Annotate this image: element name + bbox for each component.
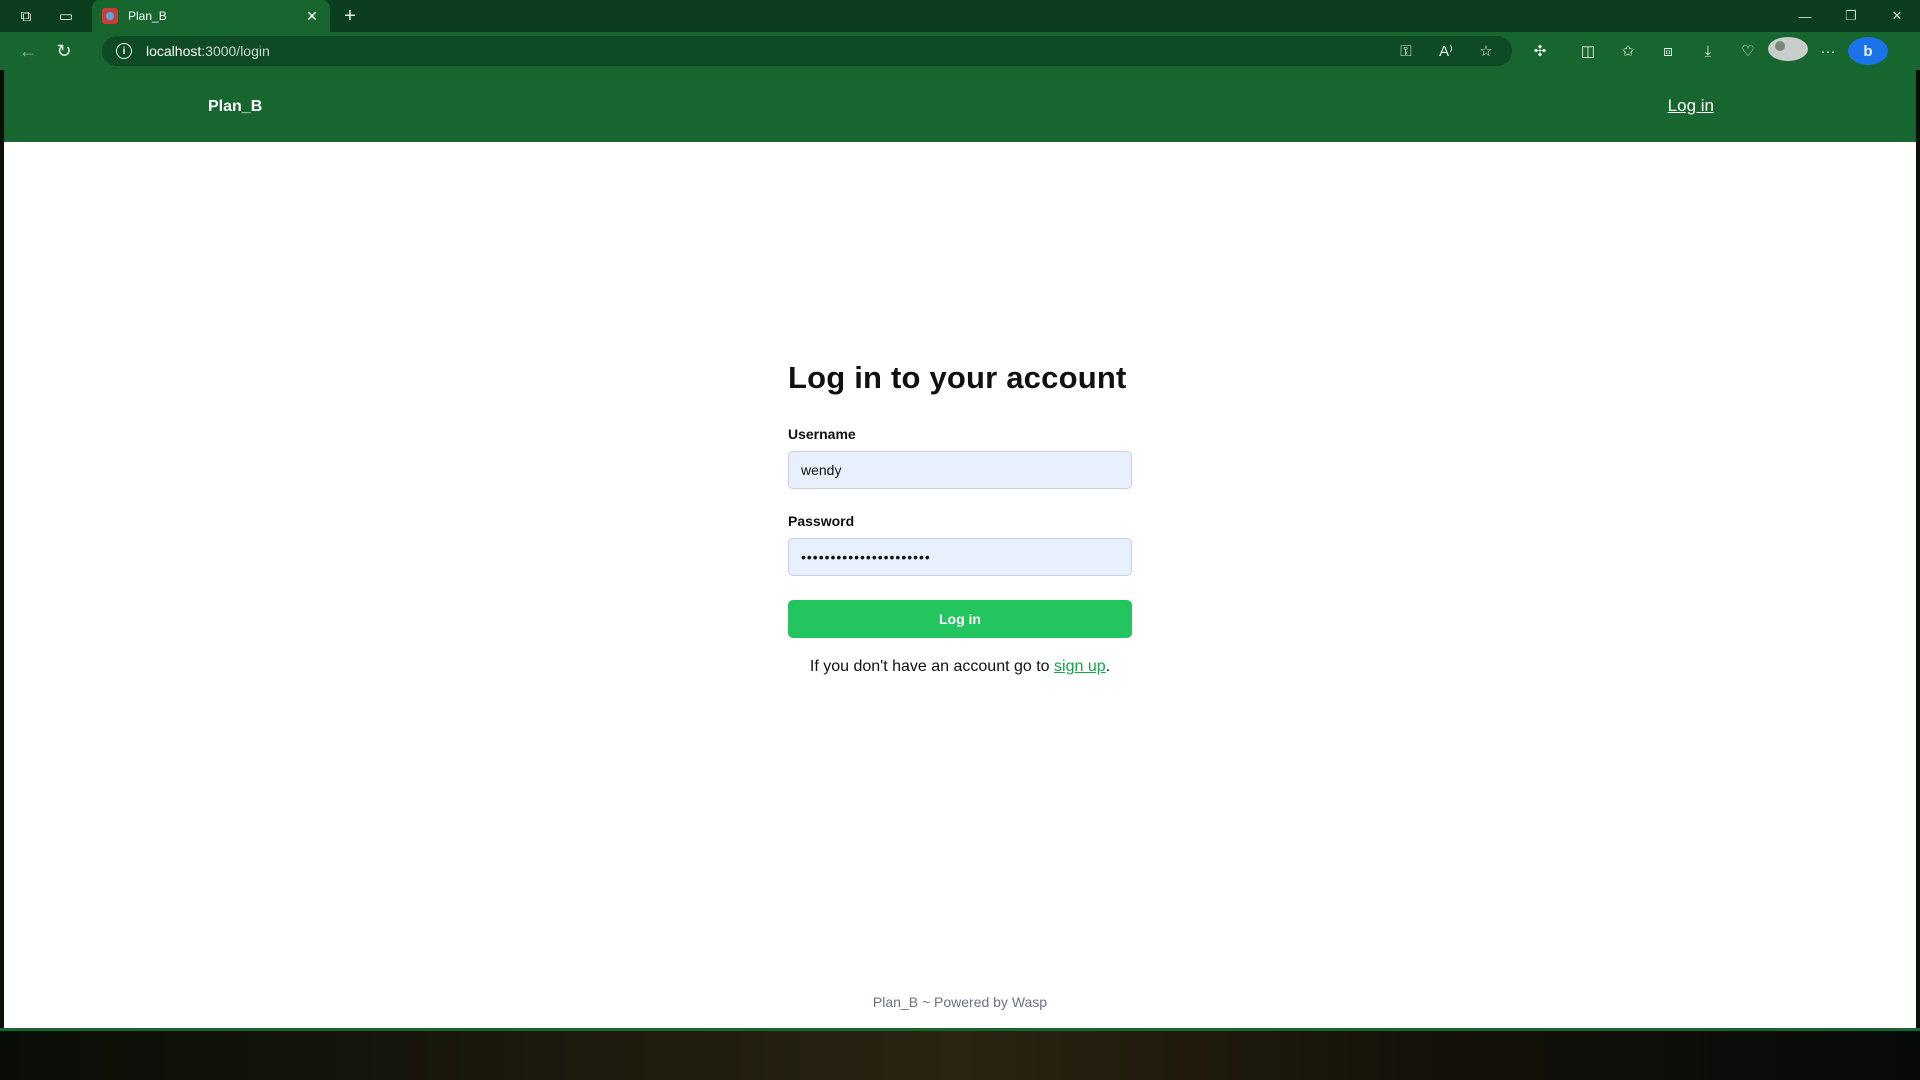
header-login-link[interactable]: Log in [1668, 96, 1714, 116]
signup-prefix: If you don't have an account go to [809, 658, 1055, 675]
refresh-icon[interactable]: ↻ [46, 32, 82, 70]
page-title: Log in to your account [788, 360, 1127, 395]
tab-actions-icon[interactable]: ▭ [46, 0, 86, 32]
url-host: localhost [146, 43, 202, 59]
split-screen-icon[interactable]: ◫ [1568, 42, 1608, 60]
favorite-icon[interactable]: ☆ [1466, 42, 1506, 60]
close-tab-icon[interactable]: ✕ [304, 8, 320, 25]
workspaces-icon[interactable]: ⧉ [6, 0, 46, 32]
read-aloud-icon[interactable]: A⁾ [1426, 42, 1466, 60]
username-field[interactable] [788, 451, 1132, 489]
tab-title: Plan_B [128, 9, 167, 23]
restore-icon[interactable]: ❐ [1828, 0, 1874, 32]
site-header: Plan_B Log in [4, 70, 1916, 142]
browser-tab[interactable]: Plan_B ✕ [92, 0, 330, 32]
site-favicon-icon [102, 8, 118, 24]
url-field[interactable]: i localhost:3000/login [102, 36, 1512, 66]
password-label: Password [788, 513, 855, 529]
login-form: Log in to your account Username Password… [788, 360, 1132, 676]
minimize-icon[interactable]: — [1782, 0, 1828, 32]
browser-tab-bar: ⧉ ▭ Plan_B ✕ + — ❐ ✕ [0, 0, 1920, 32]
window-controls: — ❐ ✕ [1782, 0, 1920, 32]
page-viewport: Plan_B Log in Log in to your account Use… [4, 70, 1916, 1028]
profile-icon[interactable] [1768, 37, 1808, 65]
signup-prompt: If you don't have an account go to sign … [788, 658, 1132, 676]
back-icon[interactable]: ← [10, 32, 46, 70]
login-button[interactable]: Log in [788, 600, 1132, 638]
key-icon[interactable]: ⚿ [1386, 43, 1426, 60]
username-label: Username [788, 426, 856, 442]
more-icon[interactable]: ··· [1808, 43, 1848, 60]
url-path: :3000/login [201, 43, 270, 59]
browser-address-bar: ← ↻ i localhost:3000/login ⚿ A⁾ ☆ ✣ ◫ ✩ … [0, 32, 1920, 70]
collections-icon[interactable]: ⧈ [1648, 43, 1688, 60]
extensions-icon[interactable]: ✣ [1520, 42, 1560, 60]
page-footer: Plan_B ~ Powered by Wasp [872, 994, 1048, 1010]
signup-suffix: . [1105, 658, 1111, 675]
password-field[interactable] [788, 538, 1132, 576]
copilot-icon[interactable]: b [1848, 37, 1888, 65]
new-tab-button[interactable]: + [336, 0, 364, 32]
brand-logo[interactable]: Plan_B [208, 98, 262, 116]
address-bar-icons: ⚿ A⁾ ☆ [1386, 32, 1506, 70]
info-icon[interactable]: i [116, 43, 132, 59]
close-window-icon[interactable]: ✕ [1874, 0, 1920, 32]
downloads-icon[interactable]: ⤓ [1688, 43, 1728, 60]
health-icon[interactable]: ♡ [1728, 42, 1768, 60]
favorites-icon[interactable]: ✩ [1608, 42, 1648, 60]
desktop-background [0, 1031, 1920, 1080]
signup-link[interactable]: sign up [1054, 658, 1106, 675]
toolbar-icons: ✣ ◫ ✩ ⧈ ⤓ ♡ ··· b [1520, 32, 1888, 70]
